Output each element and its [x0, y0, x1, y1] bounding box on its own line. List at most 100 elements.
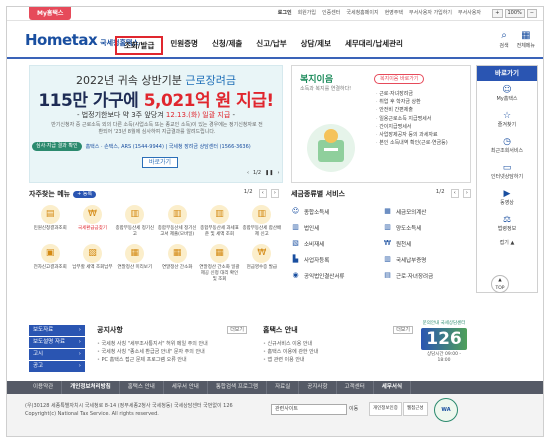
favorites-heading: 자주찾는 메뉴 + 등록	[29, 189, 97, 199]
zoom-value: 100%	[504, 9, 525, 18]
footer-link-privacy[interactable]: 개인정보처리방침	[62, 381, 120, 394]
gnb-consult-report[interactable]: 상담/제보	[294, 36, 338, 55]
chevron-right-icon[interactable]: ›	[270, 189, 279, 198]
tax-service-item[interactable]: ▥ 양도소득세	[383, 223, 471, 232]
quick-item-consult[interactable]: ▭ 인터넷상담하기	[477, 163, 537, 185]
zoom-out-button[interactable]: −	[526, 9, 537, 18]
banner-shortcut-button[interactable]: 바로가기	[142, 157, 178, 168]
related-site-select[interactable]: 관련사이트	[271, 404, 347, 415]
footer-link-notice[interactable]: 공지사항	[299, 381, 337, 394]
tax-service-item[interactable]: ▦ 세금모의계산	[383, 207, 471, 216]
press-explain-link[interactable]: 보도설명 자료	[29, 337, 85, 348]
favorite-item[interactable]: ▧ 납부할 세액 조회납부	[71, 244, 113, 283]
footer-link-support[interactable]: 고객센터	[337, 381, 374, 394]
favorite-item[interactable]: ▦ 연말정산 간소화	[156, 244, 198, 283]
dept-signup-link[interactable]: 부서사용자 가입하기	[409, 9, 452, 18]
dept-user-link[interactable]: 부서사용자	[458, 9, 481, 18]
chevron-left-icon[interactable]: ‹	[450, 189, 459, 198]
notice-item[interactable]: PC 홈택스 접근 문제 프로그램 오류 안내	[97, 356, 247, 364]
welfare-item[interactable]: 사업장제공자 등의 과세자료	[376, 131, 448, 139]
result-check-pill[interactable]: 심사·지급 결과 확인	[32, 141, 82, 151]
fold-button[interactable]: 접기 ▲	[477, 239, 537, 246]
favorite-item[interactable]: ▥ 종합부동산세 과세표준 및 세액 조회	[198, 205, 240, 238]
login-link[interactable]: 로그인	[278, 9, 292, 18]
quick-item-law[interactable]: ⚖ 법령정보	[477, 215, 537, 237]
favorite-item[interactable]: ▤ 민원신청결과조회	[29, 205, 71, 238]
pause-icon[interactable]: ❚❚	[265, 170, 273, 176]
footer-link-office[interactable]: 세무서 안내	[164, 381, 208, 394]
nts-home-link[interactable]: 국세청홈페이지	[346, 9, 378, 18]
tax-service-item[interactable]: ▤ 근로·자녀장려금	[383, 271, 471, 280]
chevron-right-icon[interactable]: ›	[462, 189, 471, 198]
favorite-item[interactable]: ▣ 전자신고결과조회	[29, 244, 71, 283]
notice-item[interactable]: 국세청 사칭 "종소세 환급금 안내" 문자 주의 안내	[97, 348, 247, 356]
chevron-left-icon[interactable]: ‹	[247, 170, 249, 176]
welfare-item[interactable]: 간이지급명세서	[376, 123, 448, 131]
gnb-inquiry-issue[interactable]: 조회/발급	[115, 36, 164, 55]
signup-link[interactable]: 회원가입	[298, 9, 316, 18]
register-button[interactable]: + 등록	[73, 190, 97, 198]
welfare-item[interactable]: 안전비 간편제출	[376, 106, 448, 114]
footer-link-terms[interactable]: 이용약관	[25, 381, 63, 394]
favorite-item[interactable]: ▦ 연말정산 미리보기	[114, 244, 156, 283]
hometax-notice-item[interactable]: 앱 관련 이용 안내	[263, 356, 413, 364]
go-button[interactable]: 이동	[349, 404, 358, 415]
person-icon: ☺	[291, 207, 300, 215]
press-release-link[interactable]: 보도자료	[29, 325, 85, 336]
tax-service-item[interactable]: ☺ 종합소득세	[291, 207, 379, 216]
person-icon: ☺	[502, 85, 512, 95]
footer-link-program[interactable]: 통합검색 프로그램	[208, 381, 268, 394]
welfare-item[interactable]: 일용근로소득 지급명세서	[376, 115, 448, 123]
tax-service-item[interactable]: ₩ 원천세	[383, 239, 471, 248]
tax-service-item[interactable]: ▙ 사업자등록	[291, 255, 379, 264]
search-button[interactable]: ⌕ 검색	[499, 30, 508, 49]
tax-service-item[interactable]: ▧ 소비재세	[291, 239, 379, 248]
hometax-notice-more-button[interactable]: 더보기	[393, 326, 413, 334]
housing-link[interactable]: 현영주택	[385, 9, 403, 18]
top-button[interactable]: ▲ TOP	[491, 275, 509, 293]
notice-more-button[interactable]: 더보기	[227, 326, 247, 334]
welfare-item[interactable]: 취업 후 학자금 상환	[376, 98, 448, 106]
footer-link-forms[interactable]: 세무서식	[374, 381, 412, 394]
chevron-right-icon[interactable]: ›	[277, 170, 279, 176]
tax-service-item[interactable]: ▥ 법인세	[291, 223, 379, 232]
favorite-item[interactable]: ₩ 현금영수증 발급	[241, 244, 283, 283]
welfare-item[interactable]: 근로·자녀장려금	[376, 90, 448, 98]
gnb-tax-agent[interactable]: 세무대리/납세관리	[338, 36, 410, 55]
footer-link-archive[interactable]: 자료실	[267, 381, 300, 394]
gnb-civil-certificate[interactable]: 민원증명	[163, 36, 205, 55]
all-menu-button[interactable]: ▦ 전체메뉴	[517, 30, 535, 49]
doc-icon: ▥	[252, 205, 272, 224]
tax-service-label: 근로·자녀장려금	[396, 273, 434, 280]
welfare-item[interactable]: 본인 소득내역 확인(근로·연금등)	[376, 139, 447, 147]
welfare-shortcut-button[interactable]: 복지이음 바로가기	[374, 74, 425, 84]
favorite-item[interactable]: ▥ 종합부동산세 정기신고	[114, 205, 156, 238]
gnb-apply-submit[interactable]: 신청/제출	[205, 36, 249, 55]
cert-center-link[interactable]: 인증센터	[322, 9, 340, 18]
tax-service-item[interactable]: ▥ 국세납부증명	[383, 255, 471, 264]
notice-gosi-link[interactable]: 고시	[29, 349, 85, 360]
quick-item-video[interactable]: ▶ 동영상	[477, 189, 537, 211]
quick-item-recent[interactable]: ◷ 최근조회서비스	[477, 137, 537, 159]
notice-item[interactable]: 국세청 사칭 "세무조사통지서" 허위 메일 주의 안내	[97, 340, 247, 348]
main-banner[interactable]: 2022년 귀속 상반기분 근로장려금 115만 가구에 5,021억 원 지급…	[29, 65, 283, 183]
hometax-notice-item[interactable]: 홈택스 이용에 관한 안내	[263, 348, 413, 356]
call-center-box[interactable]: 문의안내 국세상담센터 126 상담시간 09:00 - 18:00	[421, 321, 467, 367]
money-icon: ₩	[384, 239, 391, 247]
notice-gonggo-link[interactable]: 공고	[29, 361, 85, 372]
favorite-item[interactable]: ▥ 종합부동산세 합산배제 신고	[241, 205, 283, 238]
favorite-item[interactable]: ₩ 국세환급금찾기	[71, 205, 113, 238]
gnb-report-pay[interactable]: 신고/납부	[249, 36, 293, 55]
press-nav: 보도자료 보도설명 자료 고시 공고	[29, 325, 85, 373]
tax-service-item[interactable]: ◉ 공익법인결산서류	[291, 271, 379, 280]
favorite-item[interactable]: ▥ 종합부동산세 정기신고서 제출(모바일)	[156, 205, 198, 238]
footer-link-guide[interactable]: 홈택스 안내	[120, 381, 164, 394]
hometax-notice-item[interactable]: 신규서비스 이용 안내	[263, 340, 413, 348]
zoom-in-button[interactable]: +	[492, 9, 503, 18]
favorite-item[interactable]: ▦ 연말정산 간소화 일괄제공 신청 대리 확인 및 조회	[198, 244, 240, 283]
chevron-left-icon[interactable]: ‹	[258, 189, 267, 198]
my-hometax-tab[interactable]: My홈택스	[29, 7, 72, 20]
quick-item-favorites[interactable]: ☆ 즐겨찾기	[477, 111, 537, 133]
hometax-notice-panel: 홈택스 안내 더보기 신규서비스 이용 안내 홈택스 이용에 관한 안내 앱 관…	[263, 325, 413, 364]
quick-item-my-hometax[interactable]: ☺ My홈택스	[477, 85, 537, 107]
